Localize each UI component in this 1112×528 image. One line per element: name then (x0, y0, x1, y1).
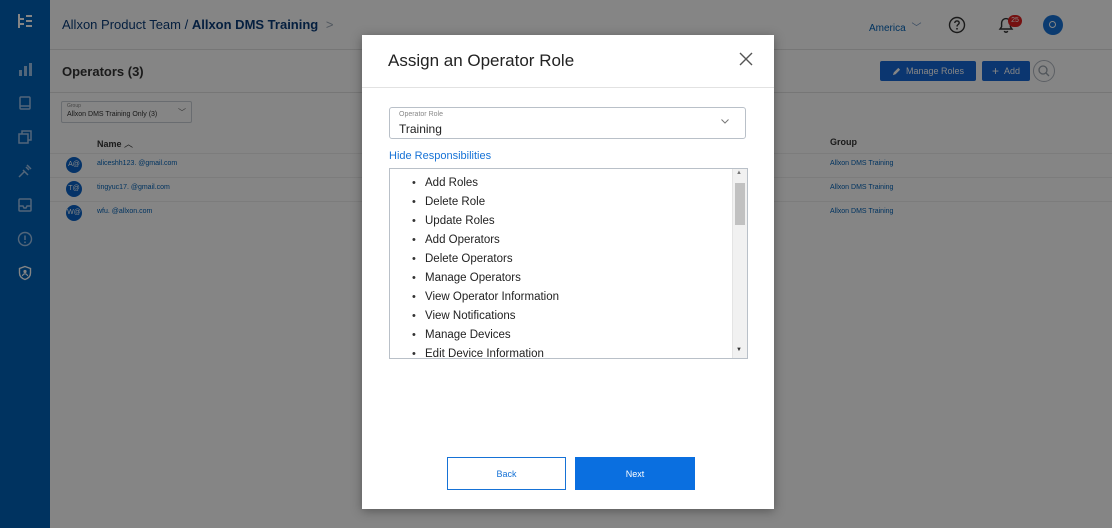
responsibility-item: Delete Operators (390, 250, 730, 269)
close-icon[interactable] (738, 51, 754, 67)
responsibility-item: Update Roles (390, 212, 730, 231)
responsibility-item: Delete Role (390, 193, 730, 212)
scroll-thumb[interactable] (735, 183, 745, 225)
assign-role-dialog: Assign an Operator Role Operator Role Tr… (362, 35, 774, 509)
scrollbar[interactable]: ▲ ▼ (732, 169, 747, 358)
responsibility-item: Edit Device Information (390, 345, 730, 358)
responsibility-item: Add Operators (390, 231, 730, 250)
responsibility-item: Add Roles (390, 174, 730, 193)
hide-responsibilities-link[interactable]: Hide Responsibilities (389, 150, 491, 162)
responsibilities-list: Add RolesDelete RoleUpdate RolesAdd Oper… (390, 174, 730, 358)
back-button[interactable]: Back (447, 457, 566, 490)
next-button[interactable]: Next (575, 457, 695, 490)
responsibilities-list-box[interactable]: Add RolesDelete RoleUpdate RolesAdd Oper… (389, 168, 748, 359)
chevron-down-icon (721, 119, 729, 124)
dialog-title: Assign an Operator Role (388, 51, 575, 70)
scroll-up-icon[interactable]: ▲ (736, 170, 742, 176)
responsibility-item: Manage Operators (390, 269, 730, 288)
responsibility-item: View Operator Information (390, 288, 730, 307)
dialog-header: Assign an Operator Role (362, 35, 774, 88)
operator-role-label: Operator Role (399, 111, 443, 118)
responsibility-item: Manage Devices (390, 326, 730, 345)
scroll-down-icon[interactable]: ▼ (736, 347, 742, 353)
operator-role-select[interactable]: Operator Role Training (389, 107, 746, 139)
responsibility-item: View Notifications (390, 307, 730, 326)
operator-role-value: Training (399, 122, 442, 136)
